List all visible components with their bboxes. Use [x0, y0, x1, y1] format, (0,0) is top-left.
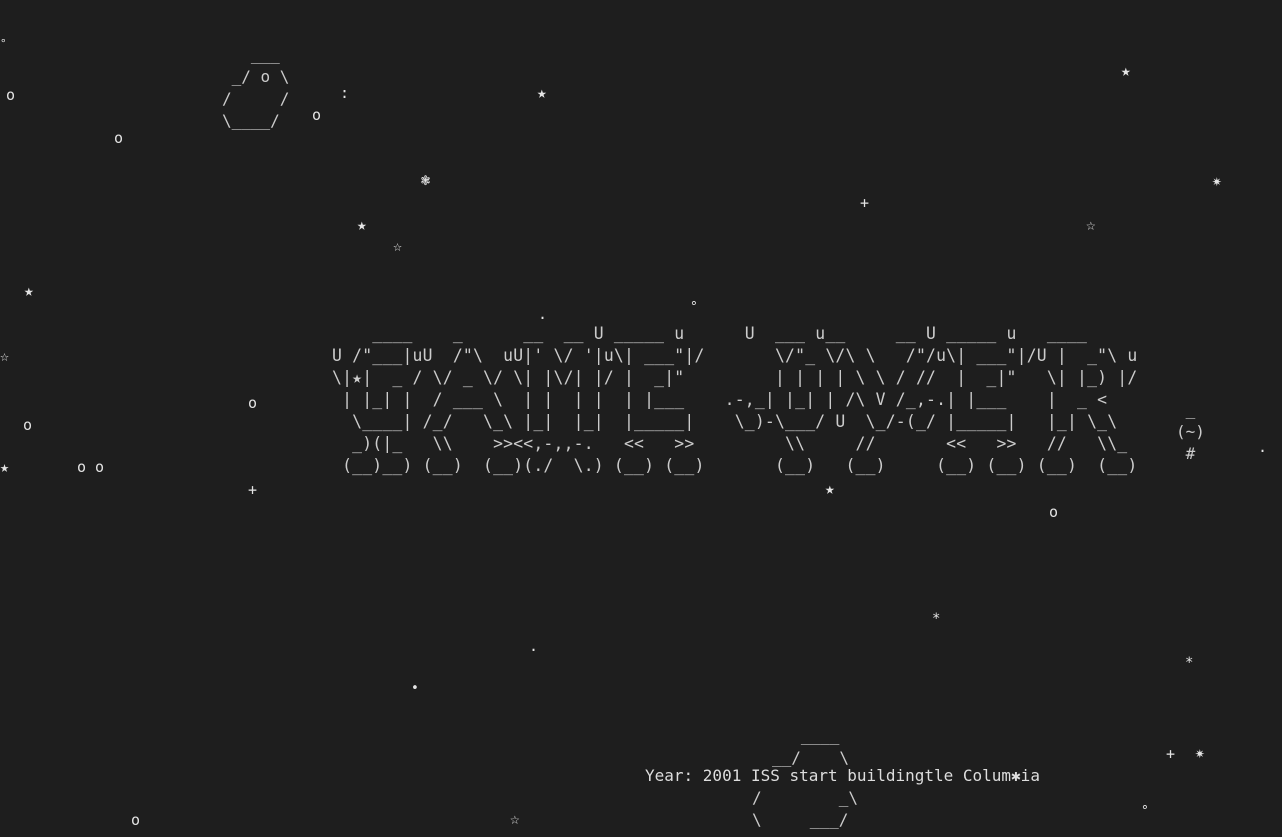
- plus-star-icon: +: [1166, 745, 1176, 763]
- asterisk-star-icon: *: [1185, 655, 1194, 671]
- circle-star-icon: o: [248, 394, 258, 412]
- filled-star-icon: ★: [1121, 61, 1131, 80]
- colon-star-icon: :: [340, 84, 350, 102]
- filled-star-icon: ★: [24, 281, 34, 300]
- dot-star-icon: .: [529, 637, 539, 655]
- filled-star-icon: ★: [357, 215, 367, 234]
- spaceship-top-art: ____ __/ \: [772, 726, 850, 767]
- outline-star-icon: ☆: [0, 347, 10, 365]
- circle-star-icon: o: [6, 86, 16, 104]
- outline-star-icon: ☆: [393, 237, 403, 255]
- filled-star-icon: ★: [825, 479, 835, 498]
- plus-star-icon: +: [860, 194, 870, 212]
- bullet-star-icon: •: [411, 681, 419, 696]
- outline-star-icon: ☆: [510, 809, 520, 828]
- asteroid-art: ___ _/ o \ / / \____/: [222, 45, 290, 130]
- year-status-text: Year: 2001 ISS start buildingtle Colum✱i…: [645, 766, 1040, 785]
- spaceship-bottom-art: / _\ \ ___/: [752, 788, 858, 829]
- plus-star-icon: +: [248, 481, 258, 499]
- circle-star-icon: o: [131, 811, 141, 829]
- asterisk-star-icon: *: [932, 611, 941, 627]
- circle-star-icon: o o: [77, 458, 105, 476]
- burst-star-icon: ✷: [1195, 743, 1205, 762]
- alien-art: _ (~) #: [1176, 400, 1205, 463]
- burst-star-icon: ✷: [1212, 171, 1222, 190]
- filled-star-icon: ★: [0, 458, 10, 476]
- dot-star-icon: .: [538, 305, 548, 323]
- dot-star-icon: .: [1258, 438, 1268, 456]
- degree-star-icon: °: [1141, 804, 1149, 819]
- circle-star-icon: o: [1049, 503, 1059, 521]
- circle-star-icon: o: [23, 416, 33, 434]
- circle-star-icon: o: [312, 106, 322, 124]
- degree-star-icon: °: [0, 37, 7, 50]
- degree-star-icon: °: [690, 300, 698, 315]
- game-screen: ____ _ __ __ U _____ u U ___ u__ __ U __…: [0, 0, 1282, 837]
- filled-star-icon: ★: [537, 83, 547, 102]
- outline-star-icon: ☆: [1086, 215, 1096, 234]
- circle-star-icon: o: [114, 129, 124, 147]
- game-over-title-art: ____ _ __ __ U _____ u U ___ u__ __ U __…: [332, 324, 1138, 475]
- snowflake-star-icon: ❃: [421, 171, 431, 189]
